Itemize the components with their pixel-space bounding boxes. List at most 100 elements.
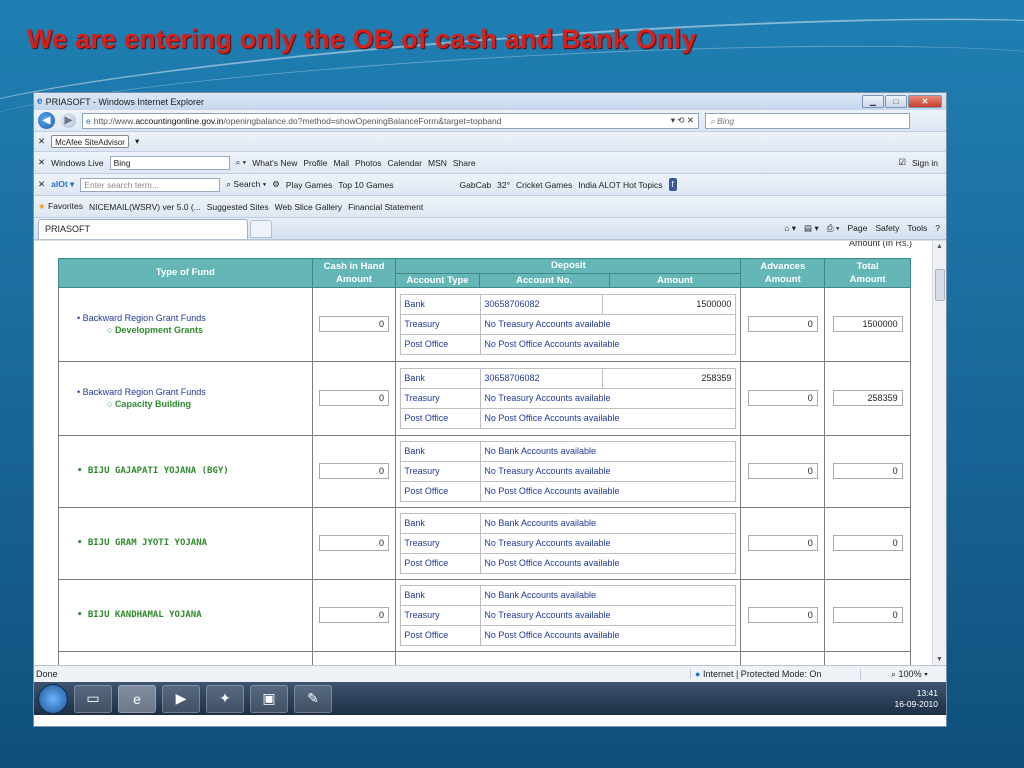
notepad-icon[interactable]: ✎: [294, 684, 332, 713]
wrench-icon[interactable]: ⚙: [272, 179, 280, 190]
users-icon[interactable]: ✦: [206, 684, 244, 713]
presentation-icon[interactable]: ▣: [250, 684, 288, 713]
maximize-button[interactable]: □: [885, 95, 907, 108]
mcafee-toolbar: ✕ McAfee SiteAdvisor ▾: [34, 132, 946, 152]
header-account-no: Account No.: [478, 272, 610, 288]
live-link-profile[interactable]: Profile: [303, 158, 327, 168]
print-icon[interactable]: ⎙ ▾: [827, 223, 840, 234]
ie-taskbar-icon[interactable]: e: [118, 684, 156, 713]
alot-logo[interactable]: alOt ▾: [51, 179, 74, 190]
security-zone[interactable]: ● Internet | Protected Mode: On: [690, 669, 860, 679]
cricket-games-button[interactable]: Cricket Games: [516, 180, 572, 190]
total-input[interactable]: 0: [832, 463, 903, 479]
cash-in-hand-input[interactable]: 0: [319, 390, 390, 406]
home-icon[interactable]: ⌂ ▾: [784, 223, 796, 234]
top-10-games-button[interactable]: Top 10 Games: [338, 180, 393, 190]
media-player-icon[interactable]: ▶: [162, 684, 200, 713]
live-link-msn[interactable]: MSN: [428, 158, 447, 168]
scroll-up-icon[interactable]: ▲: [936, 243, 943, 250]
advances-input[interactable]: 0: [747, 463, 818, 479]
help-icon[interactable]: ?: [935, 223, 940, 234]
live-link-photos[interactable]: Photos: [355, 158, 381, 168]
bank-amount[interactable]: 1500000: [602, 293, 737, 315]
close-button[interactable]: ✕: [908, 95, 942, 108]
tab-row: PRIASOFT ⌂ ▾ ▤ ▾ ⎙ ▾ Page Safety Tools ?: [34, 218, 946, 240]
page-menu[interactable]: Page: [847, 223, 867, 234]
browser-window: e PRIASOFT - Windows Internet Explorer ▁…: [33, 92, 947, 727]
clock-date[interactable]: 16-09-2010: [895, 699, 938, 710]
scroll-thumb[interactable]: [935, 269, 945, 301]
weather-button[interactable]: 32°: [497, 180, 510, 190]
advances-input[interactable]: 0: [747, 316, 818, 332]
favorite-nicemail[interactable]: NICEMAIL(WSRV) ver 5.0 (...: [89, 202, 201, 212]
refresh-stop-icons[interactable]: ▾ ⟲ ✕: [671, 115, 694, 126]
safety-menu[interactable]: Safety: [875, 223, 899, 234]
india-hot-topics-button[interactable]: India ALOT Hot Topics: [578, 180, 662, 190]
back-button[interactable]: ◀: [38, 112, 55, 129]
live-link-calendar[interactable]: Calendar: [388, 158, 423, 168]
search-input[interactable]: ⌕ Bing: [705, 112, 910, 129]
mcafee-button[interactable]: McAfee SiteAdvisor: [51, 135, 129, 148]
checkbox-icon[interactable]: ☑: [898, 157, 906, 168]
play-games-button[interactable]: Play Games: [286, 180, 332, 190]
cash-in-hand-input[interactable]: 0: [319, 607, 390, 623]
cash-in-hand-input[interactable]: 0: [319, 463, 390, 479]
page-content: Amount (In Rs.) Type of Fund Cash in Han…: [34, 240, 946, 665]
header-advances-amount: Amount: [740, 273, 826, 288]
live-link-mail[interactable]: Mail: [333, 158, 349, 168]
header-total: Total: [824, 258, 911, 273]
vertical-scrollbar[interactable]: ▲ ▼: [932, 241, 946, 665]
facebook-icon[interactable]: f: [668, 178, 677, 191]
minimize-button[interactable]: ▁: [862, 95, 884, 108]
gabcab-button[interactable]: GabCab: [460, 180, 492, 190]
explorer-icon[interactable]: ▭: [74, 684, 112, 713]
status-text: Done: [36, 669, 58, 679]
scroll-down-icon[interactable]: ▼: [936, 656, 943, 663]
fund-cell: • Backward Region Grant Funds ○ Capacity…: [58, 360, 313, 436]
favorite-financial-statement[interactable]: Financial Statement: [348, 202, 423, 212]
header-type-of-fund: Type of Fund: [58, 258, 313, 288]
toolbar-close-icon[interactable]: ✕: [38, 136, 45, 147]
toolbar-close-icon[interactable]: ✕: [38, 157, 45, 168]
favorite-suggested-sites[interactable]: Suggested Sites: [207, 202, 269, 212]
live-link-share[interactable]: Share: [453, 158, 476, 168]
bank-amount[interactable]: 258359: [602, 367, 737, 389]
total-input[interactable]: 258359: [832, 390, 903, 406]
chevron-down-icon[interactable]: ▾: [135, 136, 139, 147]
header-cash-amount: Amount: [311, 273, 397, 288]
header-total-amount: Amount: [824, 273, 911, 288]
cash-in-hand-input[interactable]: 0: [319, 316, 390, 332]
favorite-web-slice-gallery[interactable]: Web Slice Gallery: [275, 202, 342, 212]
clock-time[interactable]: 13:41: [895, 688, 938, 699]
advances-input[interactable]: 0: [747, 607, 818, 623]
start-button[interactable]: [38, 683, 68, 714]
address-bar[interactable]: e http://www. accountingonline.gov.in/ope…: [82, 112, 699, 129]
amount-unit-note: Amount (In Rs.): [848, 240, 912, 248]
title-bar: e PRIASOFT - Windows Internet Explorer ▁…: [34, 93, 946, 110]
globe-icon: ●: [695, 669, 701, 679]
advances-input[interactable]: 0: [747, 535, 818, 551]
feeds-icon[interactable]: ▤ ▾: [804, 223, 819, 234]
live-search-input[interactable]: Bing: [109, 155, 230, 170]
live-link-whats-new[interactable]: What's New: [252, 158, 297, 168]
cash-in-hand-input[interactable]: 0: [319, 535, 390, 551]
alot-search-input[interactable]: Enter search term...: [80, 177, 221, 192]
alot-search-button[interactable]: ⌕ Search ▾: [226, 179, 266, 190]
zoom-level[interactable]: ⌕ 100% ▾: [860, 668, 946, 680]
toolbar-close-icon[interactable]: ✕: [38, 179, 45, 190]
advances-input[interactable]: 0: [747, 390, 818, 406]
forward-button[interactable]: ▶: [61, 113, 76, 128]
opening-balance-table: Type of Fund Cash in Hand Deposit Advanc…: [58, 258, 911, 665]
favorites-button[interactable]: ★ Favorites: [38, 201, 83, 212]
deposit-accounts: Bank No Bank Accounts available Treasury N…: [400, 440, 737, 502]
tools-menu[interactable]: Tools: [907, 223, 927, 234]
deposit-accounts: Bank No Bank Accounts available Treasury N…: [400, 512, 737, 574]
new-tab-button[interactable]: [250, 219, 272, 238]
tab-priasoft[interactable]: PRIASOFT: [38, 218, 248, 239]
windows-live-brand[interactable]: Windows Live: [51, 158, 103, 168]
total-input[interactable]: 0: [832, 607, 903, 623]
total-input[interactable]: 1500000: [832, 316, 903, 332]
sign-in-link[interactable]: Sign in: [912, 158, 938, 168]
total-input[interactable]: 0: [832, 535, 903, 551]
search-icon[interactable]: ⌕ ▾: [236, 157, 247, 168]
